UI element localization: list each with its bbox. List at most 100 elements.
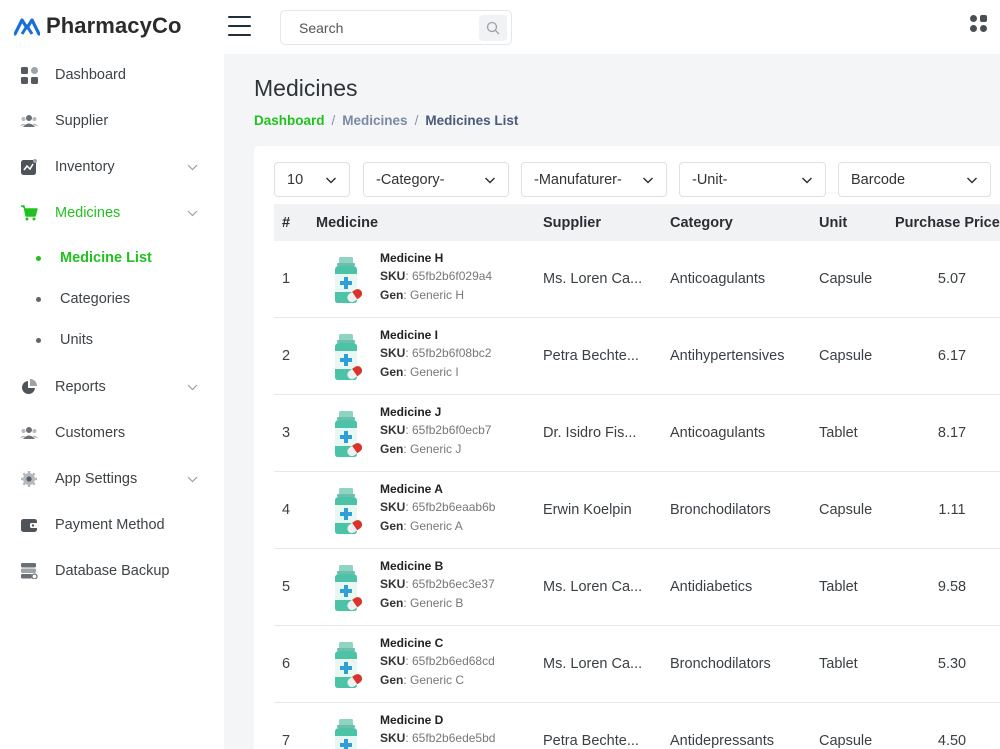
category-cell: Bronchodilators: [670, 502, 771, 518]
column-header-purchase-price[interactable]: Purchase Price: [895, 215, 1000, 231]
sidebar-item-label: Medicines: [55, 205, 121, 221]
gen-label: Gen: [380, 519, 404, 533]
medicine-name[interactable]: Medicine D: [380, 713, 443, 727]
sku-label: SKU: [380, 500, 406, 514]
table-row[interactable]: 5 Medicine B SKU: 65fb2b6ec3e37 Gen: Generi…: [274, 549, 1000, 626]
sidebar-subitem-medicine-list[interactable]: Medicine List: [0, 244, 224, 272]
medicine-bottle-icon: [328, 256, 364, 304]
medicine-sku: SKU: 65fb2b6ede5bd: [380, 731, 495, 745]
sidebar-item-app-settings[interactable]: App Settings: [0, 464, 224, 494]
category-select[interactable]: -Category-: [363, 162, 509, 197]
unit-cell: Capsule: [819, 733, 873, 749]
chevron-down-icon: [325, 177, 337, 184]
dashboard-icon: [20, 66, 38, 84]
gear-icon: [20, 470, 38, 488]
pie-chart-icon: [20, 378, 38, 396]
sidebar-item-database-backup[interactable]: Database Backup: [0, 556, 224, 586]
sidebar-item-payment-method[interactable]: Payment Method: [0, 510, 224, 540]
unit-cell: Capsule: [819, 348, 873, 364]
manufacturer-select[interactable]: -Manufaturer-: [521, 162, 667, 197]
medicine-generic: Gen: Generic J: [380, 442, 461, 456]
medicine-name[interactable]: Medicine I: [380, 328, 438, 342]
medicine-name[interactable]: Medicine B: [380, 559, 443, 573]
medicines-card: 10 -Category- -Manufaturer- -Unit- Barco…: [254, 146, 1000, 749]
column-header-medicine[interactable]: Medicine: [316, 215, 378, 231]
sidebar-item-inventory[interactable]: Inventory: [0, 152, 224, 182]
main-content: Medicines Dashboard / Medicines / Medici…: [224, 54, 1000, 749]
breadcrumb-separator: /: [414, 113, 419, 128]
chevron-down-icon: [186, 381, 198, 393]
table-row[interactable]: 4 Medicine A SKU: 65fb2b6eaab6b Gen: Generi…: [274, 472, 1000, 549]
medicine-bottle-icon: [328, 410, 364, 458]
sidebar-item-customers[interactable]: Customers: [0, 418, 224, 448]
search-input[interactable]: [281, 11, 471, 44]
purchase-price-cell: 9.58: [937, 579, 967, 595]
breadcrumb-medicines-link[interactable]: Medicines: [342, 113, 407, 128]
medicine-name[interactable]: Medicine C: [380, 636, 443, 650]
table-header: # Medicine Supplier Category Unit Purcha…: [274, 204, 1000, 241]
sidebar-item-label: Inventory: [55, 159, 115, 175]
database-icon: [20, 562, 38, 580]
apps-grid-icon[interactable]: [970, 15, 987, 32]
gen-label: Gen: [380, 365, 404, 379]
sku-value: : 65fb2b6eaab6b: [405, 500, 496, 514]
sidebar-subitem-categories[interactable]: Categories: [0, 285, 224, 313]
column-header-number[interactable]: #: [282, 215, 290, 231]
table-row[interactable]: 3 Medicine J SKU: 65fb2b6f0ecb7 Gen: Generi…: [274, 395, 1000, 472]
supplier-cell: Dr. Isidro Fis...: [543, 425, 637, 441]
category-cell: Antidiabetics: [670, 579, 753, 595]
page-size-select[interactable]: 10: [274, 162, 350, 197]
row-number: 3: [282, 425, 291, 441]
supplier-cell: Erwin Koelpin: [543, 502, 632, 518]
row-number: 1: [282, 271, 291, 287]
gen-label: Gen: [380, 596, 404, 610]
wallet-icon: [20, 516, 38, 534]
table-row[interactable]: 1 Medicine H SKU: 65fb2b6f029a4 Gen: Generi…: [274, 241, 1000, 318]
row-number: 5: [282, 579, 291, 595]
sku-value: : 65fb2b6ec3e37: [405, 577, 495, 591]
sidebar-item-medicines[interactable]: Medicines: [0, 198, 224, 228]
table-row[interactable]: 2 Medicine I SKU: 65fb2b6f08bc2 Gen: Generi…: [274, 318, 1000, 395]
medicine-name[interactable]: Medicine J: [380, 405, 441, 419]
chevron-down-icon: [186, 161, 198, 173]
medicine-bottle-icon: [328, 718, 364, 749]
table-row[interactable]: 6 Medicine C SKU: 65fb2b6ed68cd Gen: Generi…: [274, 626, 1000, 703]
breadcrumb-home-link[interactable]: Dashboard: [254, 113, 325, 128]
unit-cell: Capsule: [819, 271, 873, 287]
gen-value: : Generic C: [403, 673, 465, 687]
gen-value: : Generic I: [403, 365, 459, 379]
supplier-cell: Ms. Loren Ca...: [543, 656, 643, 672]
barcode-select[interactable]: Barcode: [838, 162, 991, 197]
medicine-sku: SKU: 65fb2b6ed68cd: [380, 654, 495, 668]
medicine-bottle-icon: [328, 641, 364, 689]
column-header-unit[interactable]: Unit: [819, 215, 847, 231]
medicine-name[interactable]: Medicine A: [380, 482, 443, 496]
brand[interactable]: PharmacyCo: [14, 13, 182, 39]
menu-toggle-icon[interactable]: [228, 16, 251, 36]
unit-select[interactable]: -Unit-: [679, 162, 826, 197]
barcode-value: Barcode: [851, 171, 906, 188]
chart-line-icon: [20, 158, 38, 176]
chevron-down-icon: [484, 177, 496, 184]
sidebar-item-supplier[interactable]: Supplier: [0, 106, 224, 136]
medicine-sku: SKU: 65fb2b6f029a4: [380, 269, 492, 283]
sidebar-subitem-units[interactable]: Units: [0, 326, 224, 354]
search-box: [280, 10, 512, 45]
supplier-cell: Petra Bechte...: [543, 348, 639, 364]
supplier-cell: Petra Bechte...: [543, 733, 639, 749]
table-row[interactable]: 7 Medicine D SKU: 65fb2b6ede5bd Petra Becht…: [274, 703, 1000, 749]
sidebar-item-reports[interactable]: Reports: [0, 372, 224, 402]
breadcrumb-current: Medicines List: [425, 113, 519, 128]
medicine-sku: SKU: 65fb2b6ec3e37: [380, 577, 495, 591]
brand-logo-icon: [14, 16, 40, 36]
sidebar-item-dashboard[interactable]: Dashboard: [0, 60, 224, 90]
unit-cell: Tablet: [819, 579, 858, 595]
column-header-category[interactable]: Category: [670, 215, 733, 231]
sidebar-subitem-label: Medicine List: [60, 250, 152, 266]
search-button[interactable]: [479, 15, 507, 41]
sku-label: SKU: [380, 269, 406, 283]
column-header-supplier[interactable]: Supplier: [543, 215, 601, 231]
medicine-generic: Gen: Generic I: [380, 365, 459, 379]
medicine-name[interactable]: Medicine H: [380, 251, 443, 265]
sidebar-item-label: Database Backup: [55, 563, 170, 579]
